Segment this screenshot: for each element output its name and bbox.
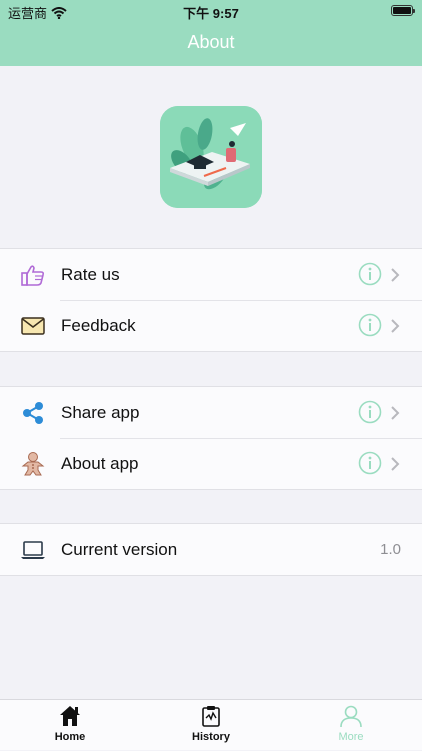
app-logo (160, 106, 262, 208)
rate-us-row[interactable]: Rate us (0, 249, 422, 300)
chevron-right-icon (391, 319, 400, 333)
rate-us-label: Rate us (61, 264, 120, 284)
tab-home[interactable]: Home (20, 700, 120, 751)
info-icon[interactable] (358, 400, 382, 424)
status-bar: 运营商 下午 9:57 (0, 0, 422, 22)
tab-history[interactable]: History (161, 700, 261, 751)
sharing-group: Share app About app (0, 386, 422, 490)
version-group: Current version 1.0 (0, 523, 422, 576)
status-time: 下午 9:57 (183, 6, 239, 21)
person-icon (340, 705, 362, 728)
tab-home-label: Home (54, 731, 86, 743)
tab-more[interactable]: More (301, 700, 401, 751)
page-title: About (187, 32, 235, 52)
clipboard-icon (202, 706, 220, 727)
about-app-label: About app (61, 453, 139, 473)
about-app-row[interactable]: About app (0, 438, 422, 489)
tab-more-label: More (338, 731, 364, 743)
navigation-header: 运营商 下午 9:57 About (0, 0, 422, 66)
home-icon (60, 706, 80, 726)
envelope-icon (21, 317, 45, 335)
chevron-right-icon (391, 268, 400, 282)
chevron-right-icon (391, 457, 400, 471)
tab-bar: Home History More (0, 699, 422, 750)
feedback-row[interactable]: Feedback (0, 300, 422, 351)
battery-fill (393, 7, 411, 14)
tab-history-label: History (192, 731, 230, 743)
info-icon[interactable] (358, 313, 382, 337)
share-icon (23, 402, 43, 424)
thumbs-up-icon (21, 265, 45, 286)
version-value: 1.0 (380, 541, 401, 558)
info-icon[interactable] (358, 262, 382, 286)
gingerbread-icon (21, 452, 45, 476)
current-version-row: Current version 1.0 (0, 524, 422, 575)
share-app-label: Share app (61, 402, 140, 422)
chevron-right-icon (391, 406, 400, 420)
share-app-row[interactable]: Share app (0, 387, 422, 438)
feedback-label: Feedback (61, 315, 136, 335)
info-icon[interactable] (358, 451, 382, 475)
laptop-icon (21, 541, 45, 559)
feedback-group: Rate us Feedback (0, 248, 422, 352)
current-version-label: Current version (61, 539, 178, 559)
battery-icon (391, 5, 415, 16)
app-logo-illustration (160, 106, 262, 208)
